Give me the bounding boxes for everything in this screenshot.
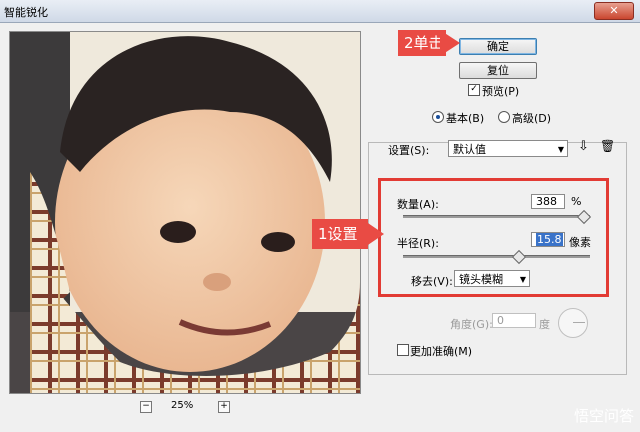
highlight-box [378,178,609,297]
basic-radio-label: 基本(B) [446,112,485,125]
title-bar: 智能锐化 ✕ [0,0,640,23]
step1-callout: 1设置 [312,219,368,249]
settings-preset-value: 默认值 [453,143,486,156]
reset-button[interactable]: 复位 [459,62,537,79]
more-accurate-label: 更加准确(M) [410,345,473,358]
preview-checkbox[interactable]: ✓ [468,84,480,96]
more-accurate-checkbox[interactable] [397,344,409,356]
zoom-out-button[interactable]: − [140,401,152,413]
zoom-level: 25% [171,400,194,411]
advanced-radio[interactable] [498,111,510,123]
window-title: 智能锐化 [4,6,48,19]
step2-callout: 2单击 [398,30,446,56]
settings-preset-select[interactable]: 默认值 ▼ [448,140,568,157]
close-button[interactable]: ✕ [594,2,634,20]
advanced-radio-label: 高级(D) [512,112,552,125]
child-photo [10,32,360,393]
chevron-down-icon: ▼ [557,145,564,154]
angle-input[interactable]: 0 [492,313,536,328]
watermark-text: 悟空问答 [573,407,634,425]
delete-preset-icon[interactable]: 🗑 [600,139,615,153]
ok-button[interactable]: 确定 [459,38,537,55]
angle-dial[interactable] [558,308,588,338]
step1-arrow [362,219,384,249]
preview-checkbox-label: 预览(P) [482,85,520,98]
angle-unit: 度 [539,318,550,331]
angle-label: 角度(G): [450,318,493,331]
settings-label: 设置(S): [388,144,430,157]
watermark: 悟空问答 [574,405,634,426]
step2-arrow [440,30,460,56]
save-preset-icon[interactable]: ⇩ [578,139,589,154]
zoom-in-button[interactable]: + [218,401,230,413]
basic-radio[interactable] [432,111,444,123]
angle-dial-needle [573,322,585,323]
preview-image[interactable] [9,31,361,394]
